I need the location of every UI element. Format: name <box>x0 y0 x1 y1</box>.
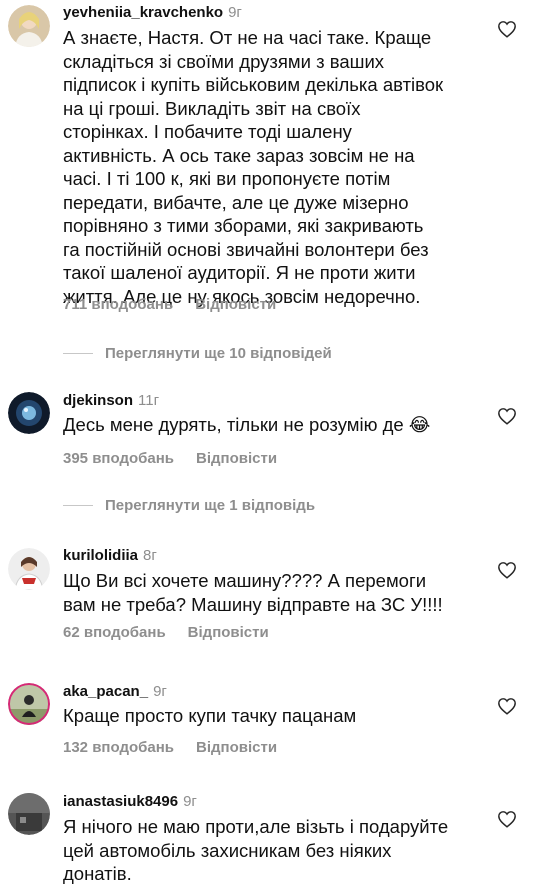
comment-age: 9г <box>153 683 167 700</box>
likes-count[interactable]: 711 вподобань <box>63 296 173 313</box>
heart-outline-icon[interactable] <box>497 810 517 828</box>
comment-text-line: складіться зі своїми друзями з ваших <box>63 50 385 72</box>
comment-text: Краще просто купи тачку пацанам <box>63 704 473 728</box>
comment-age: 8г <box>143 547 157 564</box>
comment-text-line: Десь мене дурять, тільки не розумію де 😂 <box>63 414 431 435</box>
comment-username[interactable]: yevheniia_kravchenko 9г <box>63 4 242 21</box>
divider-line <box>63 504 93 506</box>
comment-meta: 132 вподобань Відповісти <box>63 739 277 756</box>
comment-text-line: Я нічого не маю проти,але візьть і подар… <box>63 816 449 837</box>
comment-text: Що Ви всі хочете машину???? А перемоги в… <box>63 569 473 616</box>
avatar[interactable] <box>8 683 50 725</box>
heart-outline-icon[interactable] <box>497 407 517 425</box>
avatar[interactable] <box>8 392 50 434</box>
comment-text-line: га постійній основі звичайні волонтери б… <box>63 238 429 260</box>
comment-text-line: такої шаленої аудиторії. Я не проти жити <box>63 262 416 283</box>
view-replies-button[interactable]: Переглянути ще 1 відповідь <box>63 495 315 515</box>
avatar[interactable] <box>8 5 50 47</box>
comment-age: 9г <box>183 793 197 810</box>
divider-line <box>63 352 93 354</box>
view-replies-button[interactable]: Переглянути ще 10 відповідей <box>63 343 332 363</box>
likes-count[interactable]: 132 вподобань <box>63 739 174 756</box>
comment-meta: 711 вподобань Відповісти <box>63 296 276 313</box>
comment-text-line: підписок і купіть військовим декілька ав… <box>63 74 444 95</box>
comment-age: 11г <box>138 392 160 409</box>
heart-outline-icon[interactable] <box>497 697 517 715</box>
comment-username[interactable]: aka_pacan_ 9г <box>63 683 167 700</box>
reply-button[interactable]: Відповісти <box>195 296 276 313</box>
comment-text-line: донатів. <box>63 863 132 884</box>
comment-meta: 62 вподобань Відповісти <box>63 624 269 641</box>
comment-text-line: порівняно з тими зборами, які закривають <box>63 215 424 236</box>
comment-age: 9г <box>228 4 242 21</box>
likes-count[interactable]: 62 вподобань <box>63 624 166 641</box>
comment-text-line: А знаєте, Настя. От не на часі таке. Кра… <box>63 27 432 48</box>
comment-text-line: на ці гроші. Викладіть звіт на своїх <box>63 97 361 119</box>
view-replies-label: Переглянути ще 10 відповідей <box>105 344 332 362</box>
comment-username[interactable]: ianastasiuk8496 9г <box>63 793 197 810</box>
comment-meta: 395 вподобань Відповісти <box>63 450 277 467</box>
comment-text-line: Краще просто купи тачку пацанам <box>63 705 357 726</box>
avatar[interactable] <box>8 793 50 835</box>
comment-username[interactable]: djekinson 11г <box>63 392 159 409</box>
comment-text: Десь мене дурять, тільки не розумію де 😂 <box>63 413 473 437</box>
comment-text-line: активність. А ось таке зараз зовсім не н… <box>63 144 415 166</box>
comment-username[interactable]: kurilolidiia 8г <box>63 547 157 564</box>
view-replies-label: Переглянути ще 1 відповідь <box>105 496 316 514</box>
heart-outline-icon[interactable] <box>497 20 517 38</box>
comment-text-line: передати, вибачте, але це дуже мізерно <box>63 191 409 213</box>
heart-outline-icon[interactable] <box>497 561 517 579</box>
comment-text-line: Що Ви всі хочете машину???? А перемоги <box>63 570 427 591</box>
comment-text-line: часі. І ті 100 к, які ви пропонуєте поті… <box>63 168 391 189</box>
likes-count[interactable]: 395 вподобань <box>63 450 174 467</box>
comment-text: А знаєте, Настя. От не на часі таке. Кра… <box>63 26 473 308</box>
comment-text-line: цей автомобіль захисникам без ніяких <box>63 839 392 861</box>
comment-text-line: сторінках. І побачите тоді шалену <box>63 121 352 142</box>
comment-text-line: вам не треба? Машину відправте на ЗС У!!… <box>63 593 443 615</box>
reply-button[interactable]: Відповісти <box>196 739 277 756</box>
avatar[interactable] <box>8 548 50 590</box>
comment-text: Я нічого не маю проти,але візьть і подар… <box>63 815 473 886</box>
reply-button[interactable]: Відповісти <box>196 450 277 467</box>
reply-button[interactable]: Відповісти <box>188 624 269 641</box>
